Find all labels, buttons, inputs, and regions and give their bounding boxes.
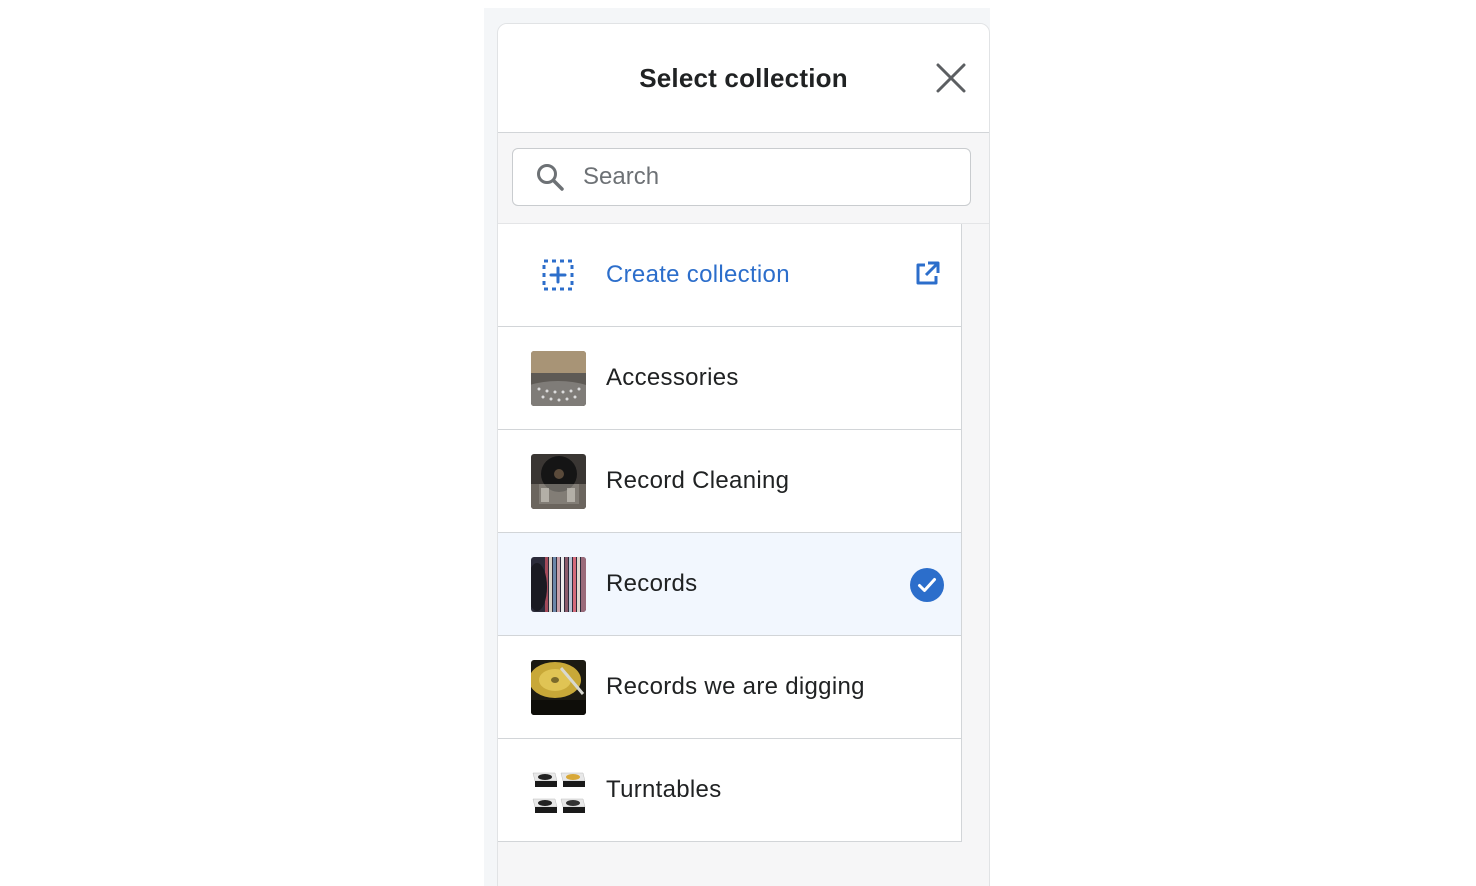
- search-field[interactable]: [512, 148, 971, 206]
- collection-thumbnail: [531, 351, 586, 406]
- search-section: [498, 133, 989, 224]
- search-input[interactable]: [581, 162, 945, 192]
- collection-item-accessories[interactable]: Accessories: [498, 327, 961, 430]
- collection-item-turntables[interactable]: Turntables: [498, 739, 961, 842]
- modal-backdrop: Select collection Search Create collecti…: [484, 8, 990, 886]
- modal-header: Select collection: [498, 24, 989, 133]
- collection-label: Record Cleaning: [606, 467, 790, 494]
- collection-list: Create collection Accessories Record Cle…: [498, 224, 962, 842]
- close-button[interactable]: [935, 62, 967, 94]
- collection-thumbnail: [531, 557, 586, 612]
- create-collection-row[interactable]: Create collection: [498, 224, 961, 327]
- collection-label: Turntables: [606, 776, 722, 803]
- close-icon: [936, 63, 966, 93]
- select-collection-modal: Select collection Search Create collecti…: [497, 23, 990, 886]
- collection-thumbnail: [531, 660, 586, 715]
- list-footer-space: [498, 842, 989, 886]
- collection-item-records-we-are-digging[interactable]: Records we are digging: [498, 636, 961, 739]
- checkmark-icon: [910, 568, 944, 602]
- create-collection-label: Create collection: [606, 261, 790, 288]
- dashed-plus-icon: [542, 259, 574, 291]
- collection-label: Accessories: [606, 364, 739, 391]
- collection-item-record-cleaning[interactable]: Record Cleaning: [498, 430, 961, 533]
- collection-item-records[interactable]: Records: [498, 533, 961, 636]
- collection-thumbnail: [531, 763, 586, 818]
- modal-title: Select collection: [639, 62, 848, 93]
- collection-thumbnail: [531, 454, 586, 509]
- search-icon: [535, 162, 565, 192]
- collection-label: Records we are digging: [606, 673, 865, 700]
- external-link-icon[interactable]: [913, 260, 941, 288]
- collection-label: Records: [606, 570, 698, 597]
